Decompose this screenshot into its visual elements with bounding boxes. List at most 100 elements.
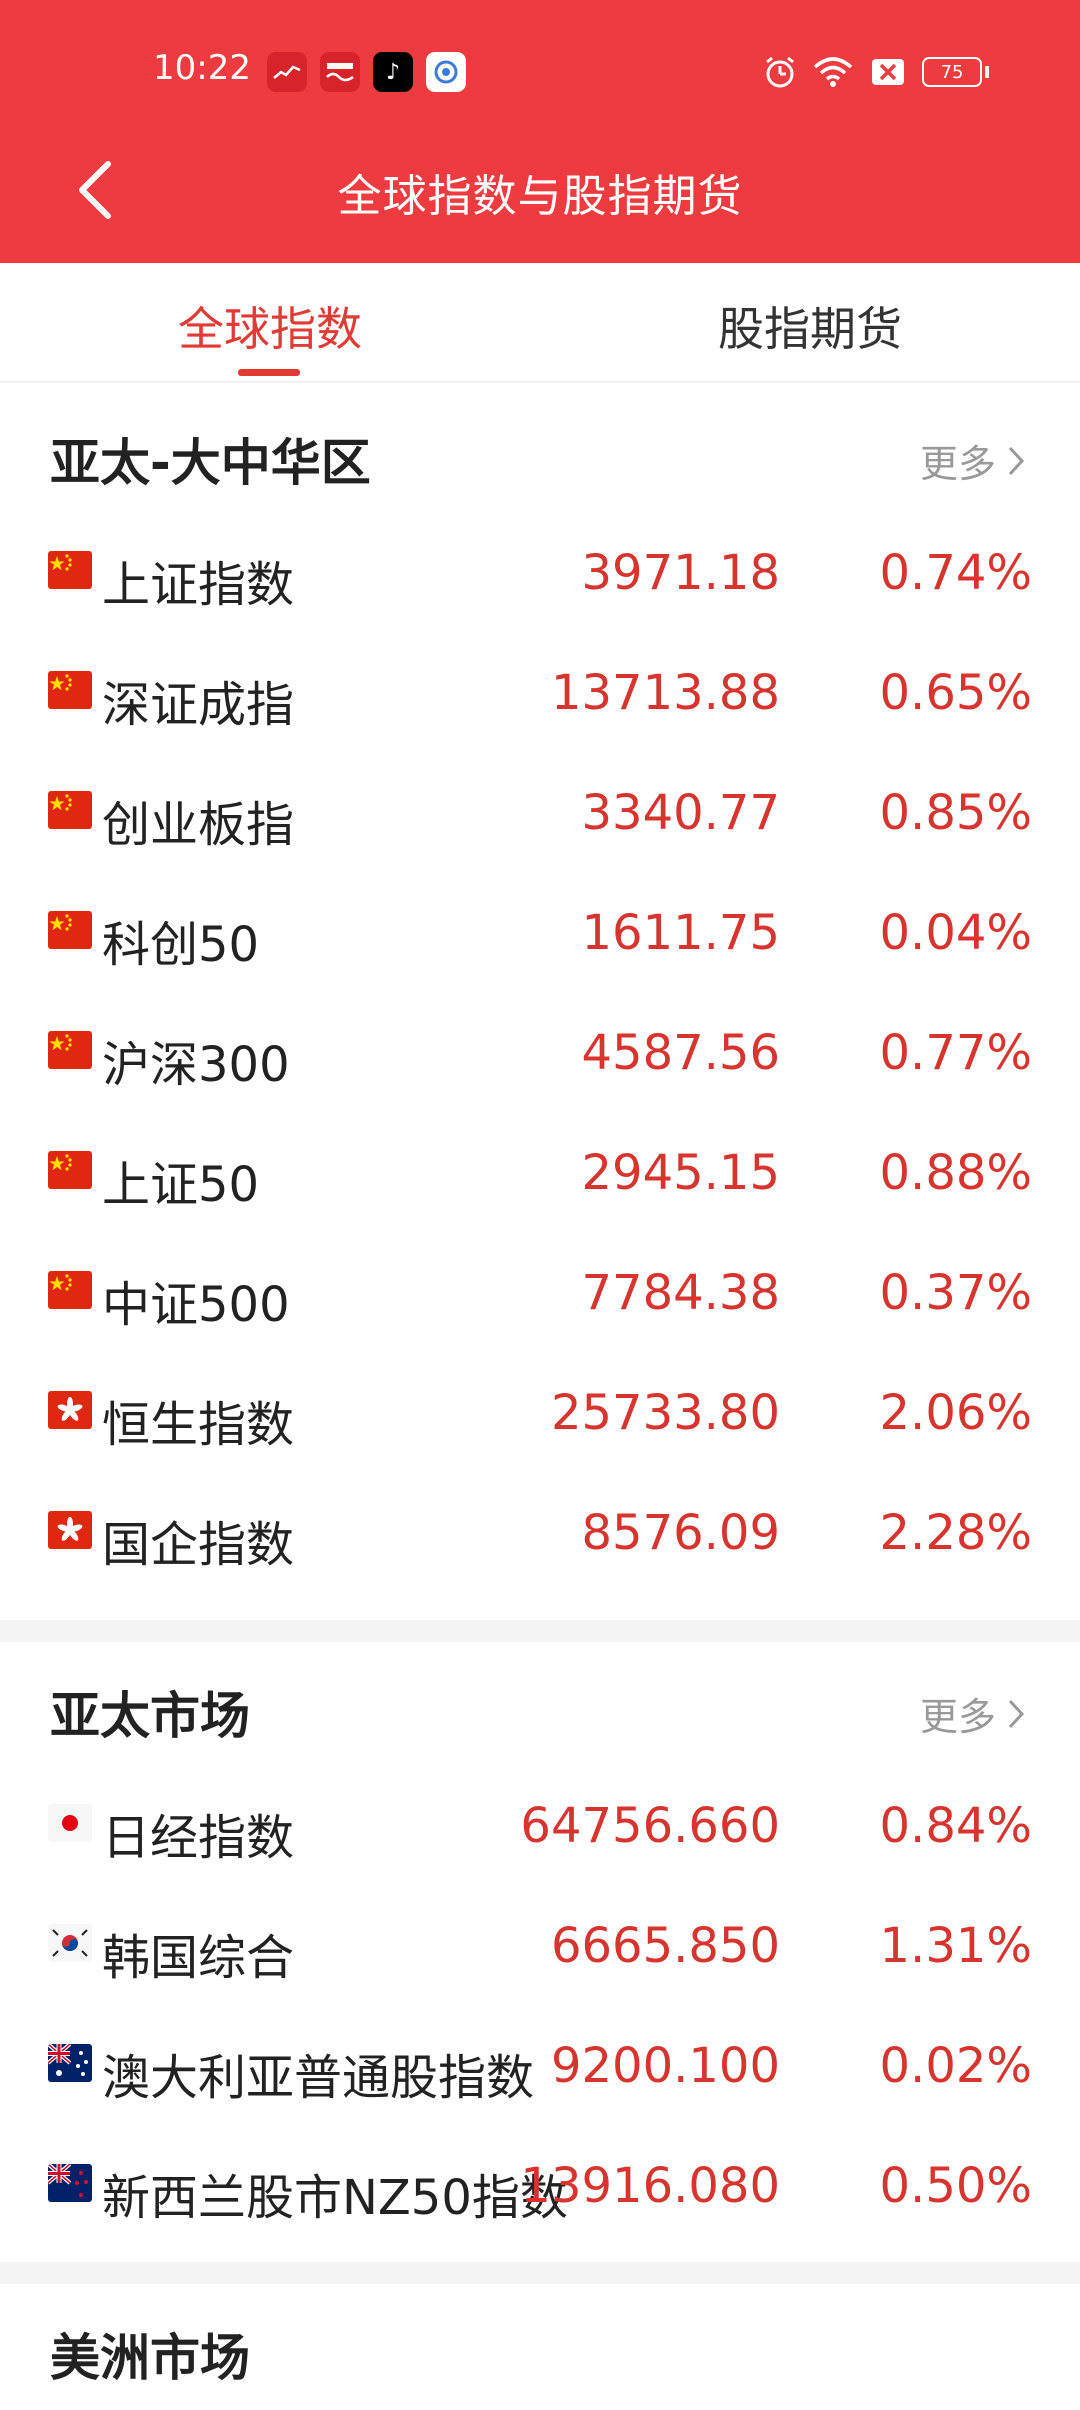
section-greater-china: 亚太-大中华区 更多 上证指数 3971.18 0.74% 深证成指 13713.88 0… (0, 395, 1080, 1595)
section-divider (0, 2262, 1080, 2284)
index-price: 13916.080 (520, 2158, 780, 2214)
cn-flag-icon (48, 791, 92, 829)
battery-icon: 75 (922, 50, 994, 94)
tab-bar: 全球指数 股指期货 (0, 263, 1080, 383)
chevron-right-icon (1008, 1699, 1025, 1728)
index-price: 3340.77 (581, 785, 781, 841)
index-row[interactable]: 恒生指数 25733.80 2.06% (0, 1355, 1080, 1475)
battery-level: 75 (940, 61, 964, 83)
index-name: 中证500 (102, 1277, 290, 1333)
section-title: 亚太市场 (50, 1687, 250, 1745)
cn-flag-icon (48, 1271, 92, 1309)
news-app-icon (320, 52, 360, 92)
kr-flag-icon (48, 1924, 92, 1962)
section-divider (0, 1620, 1080, 1642)
cn-flag-icon (48, 1031, 92, 1069)
no-sim-icon (870, 50, 910, 94)
wifi-icon (812, 50, 856, 94)
index-name: 澳大利亚普通股指数 (102, 2050, 535, 2106)
index-change-pct: 0.88% (879, 1145, 1032, 1201)
index-price: 1611.75 (581, 905, 781, 961)
more-label: 更多 (919, 1695, 996, 1739)
index-change-pct: 2.06% (879, 1385, 1032, 1441)
index-change-pct: 0.74% (879, 545, 1032, 601)
index-name: 深证成指 (102, 677, 295, 733)
status-time: 10:22 (153, 48, 251, 88)
index-name: 新西兰股市NZ50指数 (102, 2170, 568, 2226)
stock-app-icon (267, 52, 307, 92)
index-name: 创业板指 (102, 797, 295, 853)
index-name: 沪深300 (102, 1037, 290, 1093)
active-tab-indicator (238, 369, 300, 376)
index-row[interactable]: 上证指数 3971.18 0.74% (0, 515, 1080, 635)
index-price: 25733.80 (550, 1385, 780, 1441)
index-price: 2945.15 (581, 1145, 781, 1201)
index-change-pct: 1.31% (879, 1918, 1032, 1974)
index-price: 8576.09 (581, 1505, 781, 1561)
section-title: 亚太-大中华区 (50, 434, 371, 492)
section-header: 亚太-大中华区 更多 (0, 395, 1080, 515)
index-price: 3971.18 (581, 545, 781, 601)
page-title: 全球指数与股指期货 (337, 171, 743, 222)
cn-flag-icon (48, 911, 92, 949)
index-row[interactable]: 沪深300 4587.56 0.77% (0, 995, 1080, 1115)
index-price: 13713.88 (550, 665, 780, 721)
index-row[interactable]: 国企指数 8576.09 2.28% (0, 1475, 1080, 1595)
tab-index-futures[interactable]: 股指期货 (660, 293, 960, 359)
index-name: 国企指数 (102, 1517, 295, 1573)
cn-flag-icon (48, 551, 92, 589)
chevron-right-icon (1008, 446, 1025, 475)
section-title: 美洲市场 (50, 2329, 250, 2387)
index-change-pct: 2.28% (879, 1505, 1032, 1561)
hk-flag-icon (48, 1511, 92, 1549)
section-header: 美洲市场 (0, 2290, 1080, 2410)
index-list: 上证指数 3971.18 0.74% 深证成指 13713.88 0.65% 创业板指 334… (0, 515, 1080, 1595)
index-list: 日经指数 64756.660 0.84% 韩国综合 6665.850 1.31% 澳大利亚普… (0, 1768, 1080, 2248)
index-row[interactable]: 日经指数 64756.660 0.84% (0, 1768, 1080, 1888)
section-asia-pacific: 亚太市场 更多 日经指数 64756.660 0.84% 韩国综合 6665.850 1.… (0, 1648, 1080, 2248)
index-change-pct: 0.84% (879, 1798, 1032, 1854)
index-change-pct: 0.37% (879, 1265, 1032, 1321)
cn-flag-icon (48, 1151, 92, 1189)
index-change-pct: 0.77% (879, 1025, 1032, 1081)
section-americas: 美洲市场 (0, 2290, 1080, 2410)
index-change-pct: 0.02% (879, 2038, 1032, 2094)
au-flag-icon (48, 2044, 92, 2082)
index-change-pct: 0.04% (879, 905, 1032, 961)
index-price: 9200.100 (550, 2038, 780, 2094)
index-change-pct: 0.50% (879, 2158, 1032, 2214)
nz-flag-icon (48, 2164, 92, 2202)
index-row[interactable]: 深证成指 13713.88 0.65% (0, 635, 1080, 755)
index-name: 恒生指数 (102, 1397, 295, 1453)
index-name: 韩国综合 (102, 1930, 295, 1986)
more-link[interactable]: 更多 (920, 433, 1026, 488)
jp-flag-icon (48, 1804, 92, 1842)
index-name: 上证50 (102, 1157, 260, 1213)
hk-flag-icon (48, 1391, 92, 1429)
index-row[interactable]: 中证500 7784.38 0.37% (0, 1235, 1080, 1355)
index-price: 7784.38 (581, 1265, 781, 1321)
more-link[interactable]: 更多 (920, 1686, 1026, 1741)
index-change-pct: 0.85% (879, 785, 1032, 841)
index-row[interactable]: 上证50 2945.15 0.88% (0, 1115, 1080, 1235)
index-price: 6665.850 (550, 1918, 780, 1974)
index-row[interactable]: 澳大利亚普通股指数 9200.100 0.02% (0, 2008, 1080, 2128)
index-price: 64756.660 (520, 1798, 780, 1854)
index-row[interactable]: 韩国综合 6665.850 1.31% (0, 1888, 1080, 2008)
index-row[interactable]: 科创50 1611.75 0.04% (0, 875, 1080, 995)
index-price: 4587.56 (581, 1025, 781, 1081)
status-bar: 10:22 ♪ 75 (0, 0, 1080, 140)
index-row[interactable]: 创业板指 3340.77 0.85% (0, 755, 1080, 875)
browser-icon (426, 52, 466, 92)
section-header: 亚太市场 更多 (0, 1648, 1080, 1768)
index-row[interactable]: 新西兰股市NZ50指数 13916.080 0.50% (0, 2128, 1080, 2248)
more-label: 更多 (919, 442, 996, 486)
index-name: 日经指数 (102, 1810, 295, 1866)
tiktok-icon: ♪ (373, 52, 413, 92)
index-change-pct: 0.65% (879, 665, 1032, 721)
tab-global-index[interactable]: 全球指数 (120, 293, 420, 359)
cn-flag-icon (48, 671, 92, 709)
index-name: 上证指数 (102, 557, 295, 613)
index-name: 科创50 (102, 917, 260, 973)
alarm-icon (762, 50, 802, 94)
